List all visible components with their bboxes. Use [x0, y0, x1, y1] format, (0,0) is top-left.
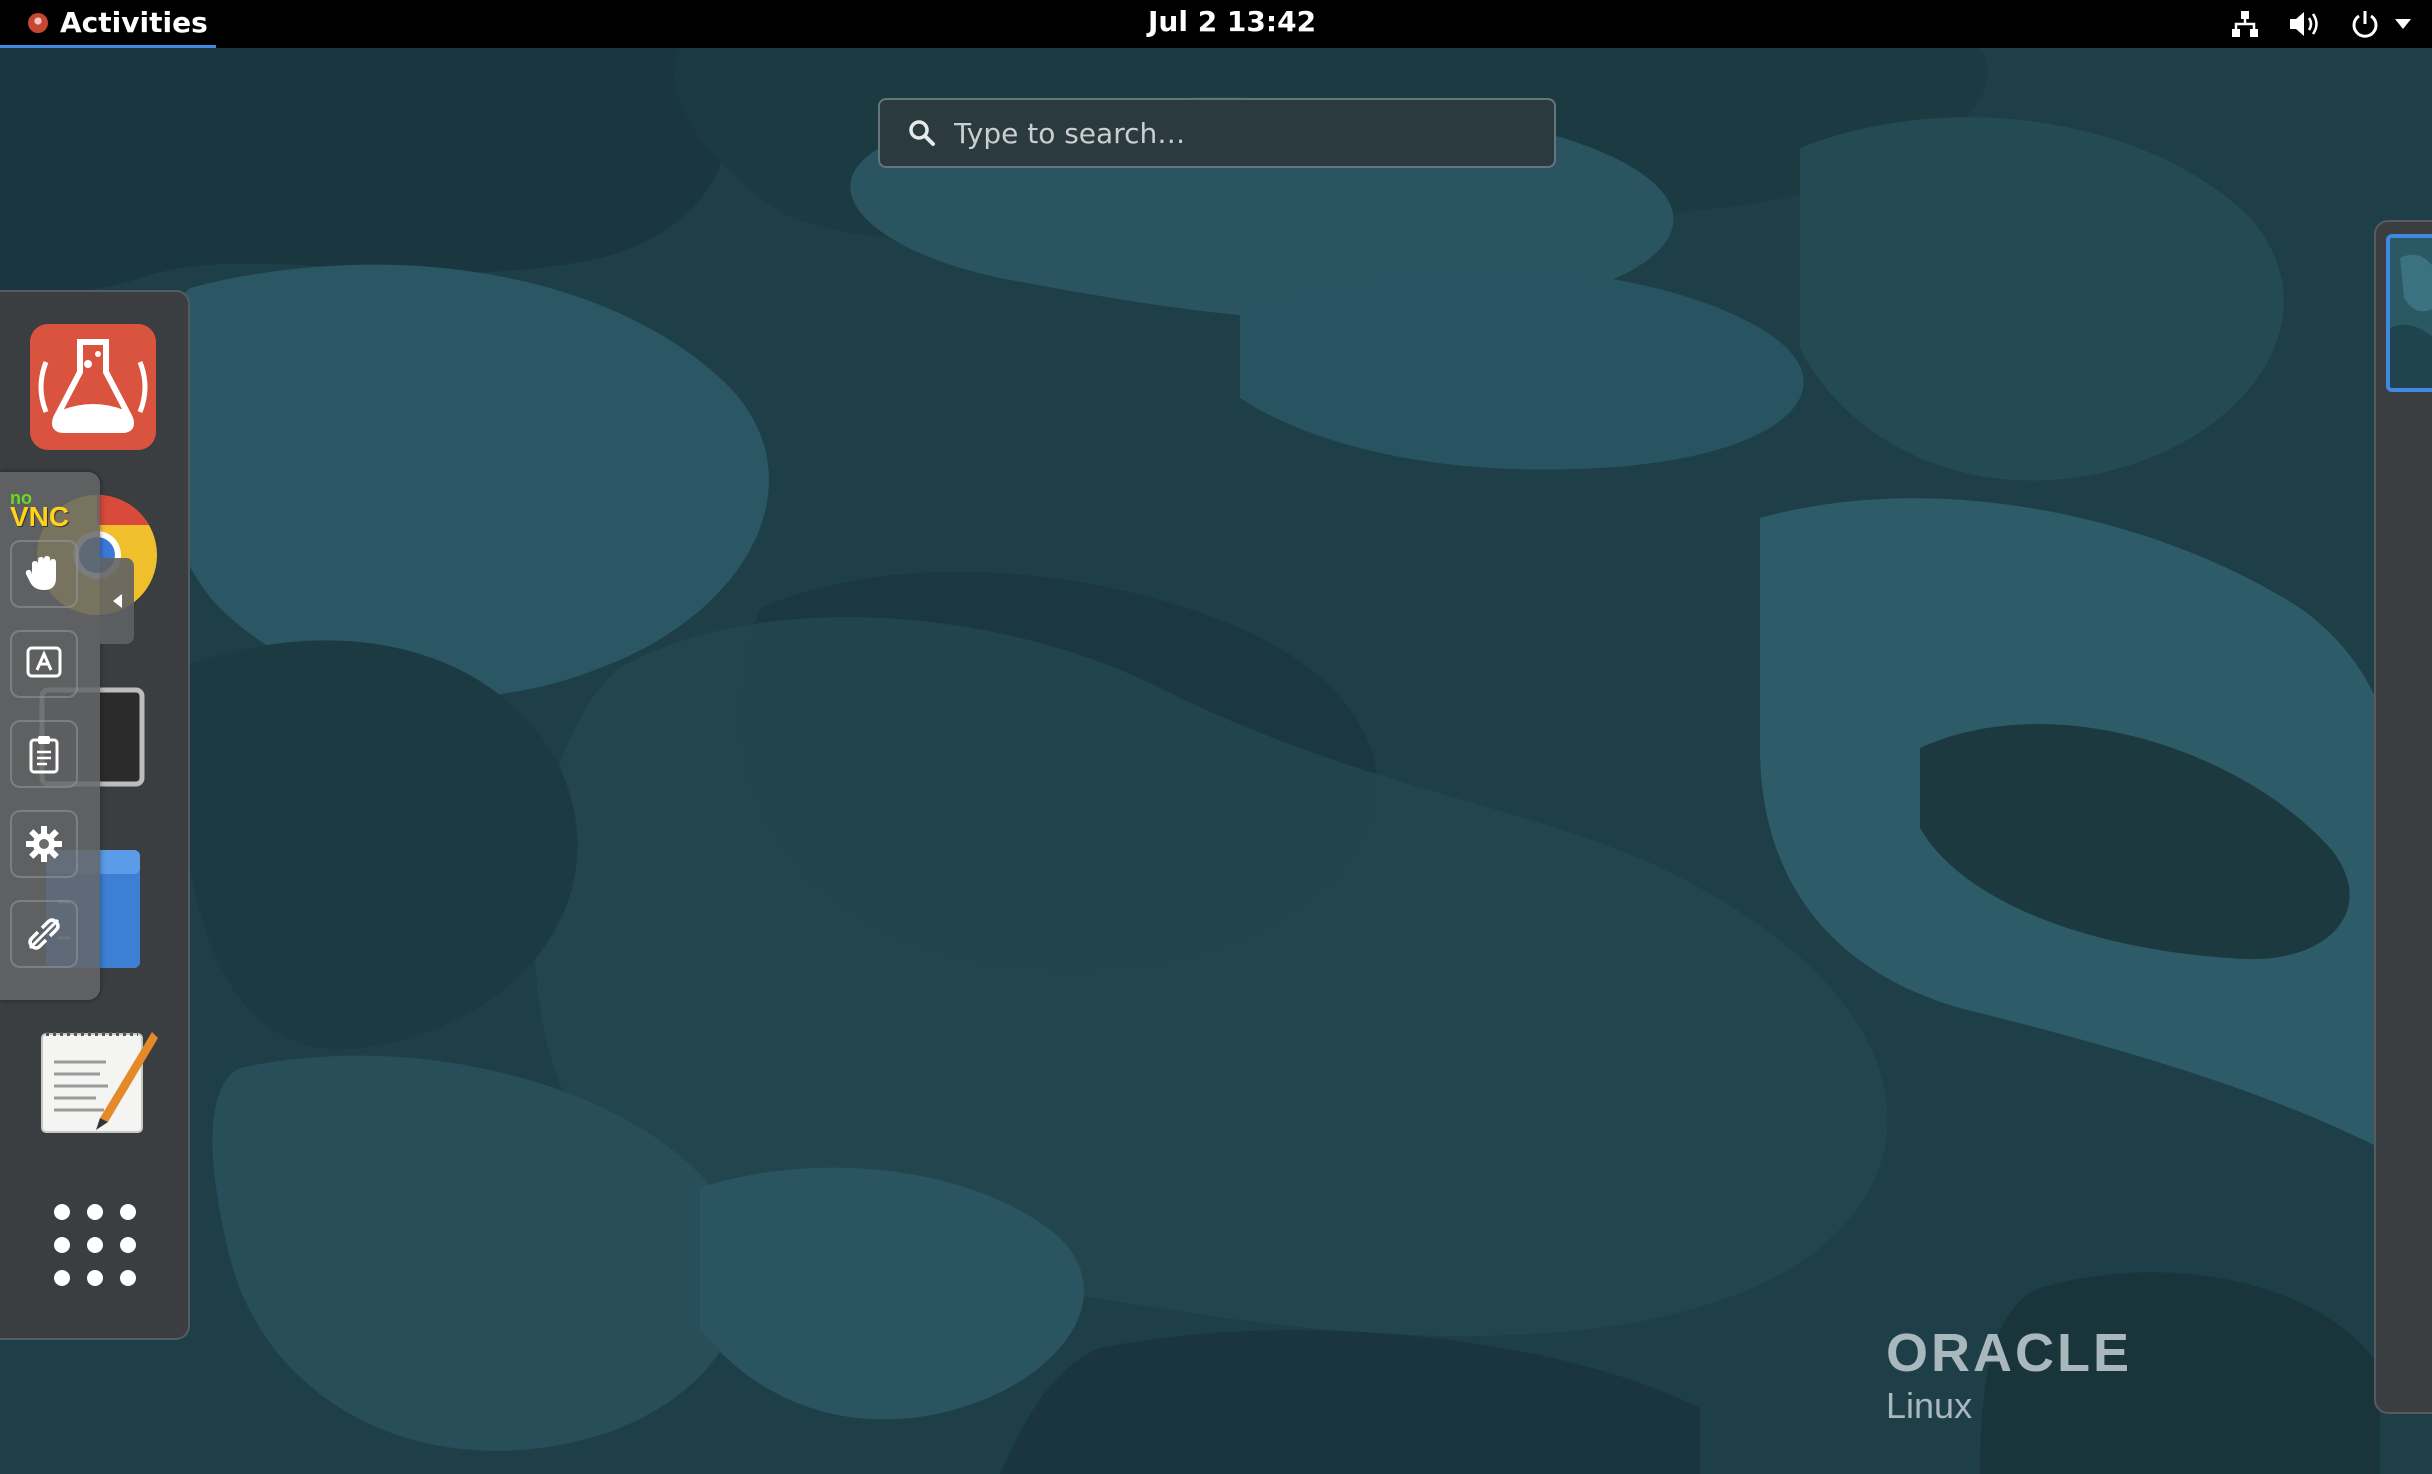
- disconnect-icon: [28, 918, 60, 950]
- chevron-down-icon[interactable]: [2394, 18, 2412, 30]
- system-tray[interactable]: [2230, 0, 2432, 48]
- keyboard-icon: [26, 646, 62, 678]
- oracle-brand-text: ORACLE: [1886, 1323, 2132, 1383]
- workspace-thumbnail[interactable]: [2386, 234, 2432, 392]
- text-editor-icon: [41, 1032, 158, 1133]
- drag-viewport-button[interactable]: [10, 540, 78, 608]
- novnc-logo: no VNC: [10, 488, 70, 532]
- network-icon[interactable]: [2230, 9, 2260, 39]
- collapse-arrow-icon: [113, 594, 122, 608]
- workspace-switcher: [2374, 220, 2432, 1414]
- dash-app-application-lab[interactable]: [28, 322, 158, 452]
- top-bar: Activities Jul 2 13:42: [0, 0, 2432, 48]
- search-input[interactable]: [952, 115, 1536, 151]
- clipboard-icon: [29, 736, 59, 774]
- oracle-linux-wallpaper-logo: ORACLE Linux: [1886, 1326, 2132, 1428]
- oracle-linux-icon: [28, 12, 48, 33]
- show-applications-button[interactable]: [42, 1192, 148, 1298]
- app-grid-icon: [54, 1204, 136, 1286]
- desktop-wallpaper: [0, 48, 2432, 1474]
- search-bar[interactable]: [878, 98, 1556, 168]
- workspace-preview: [2390, 238, 2432, 388]
- settings-icon: [26, 826, 62, 862]
- keyboard-button[interactable]: [10, 630, 78, 698]
- dash-app-text-editor[interactable]: [36, 1022, 160, 1142]
- power-icon[interactable]: [2350, 9, 2380, 39]
- novnc-handle[interactable]: [100, 558, 134, 644]
- novnc-control-bar: no VNC: [0, 472, 100, 1000]
- search-icon: [909, 120, 935, 146]
- activities-button[interactable]: Activities: [0, 0, 216, 48]
- drag-viewport-icon: [25, 556, 56, 590]
- clipboard-button[interactable]: [10, 720, 78, 788]
- linux-product-text: Linux: [1886, 1385, 1973, 1426]
- settings-button[interactable]: [10, 810, 78, 878]
- flask-app-icon: [30, 324, 156, 450]
- disconnect-button[interactable]: [10, 900, 78, 968]
- volume-icon[interactable]: [2288, 9, 2322, 39]
- clock[interactable]: Jul 2 13:42: [1148, 0, 1316, 48]
- activities-label: Activities: [60, 6, 208, 39]
